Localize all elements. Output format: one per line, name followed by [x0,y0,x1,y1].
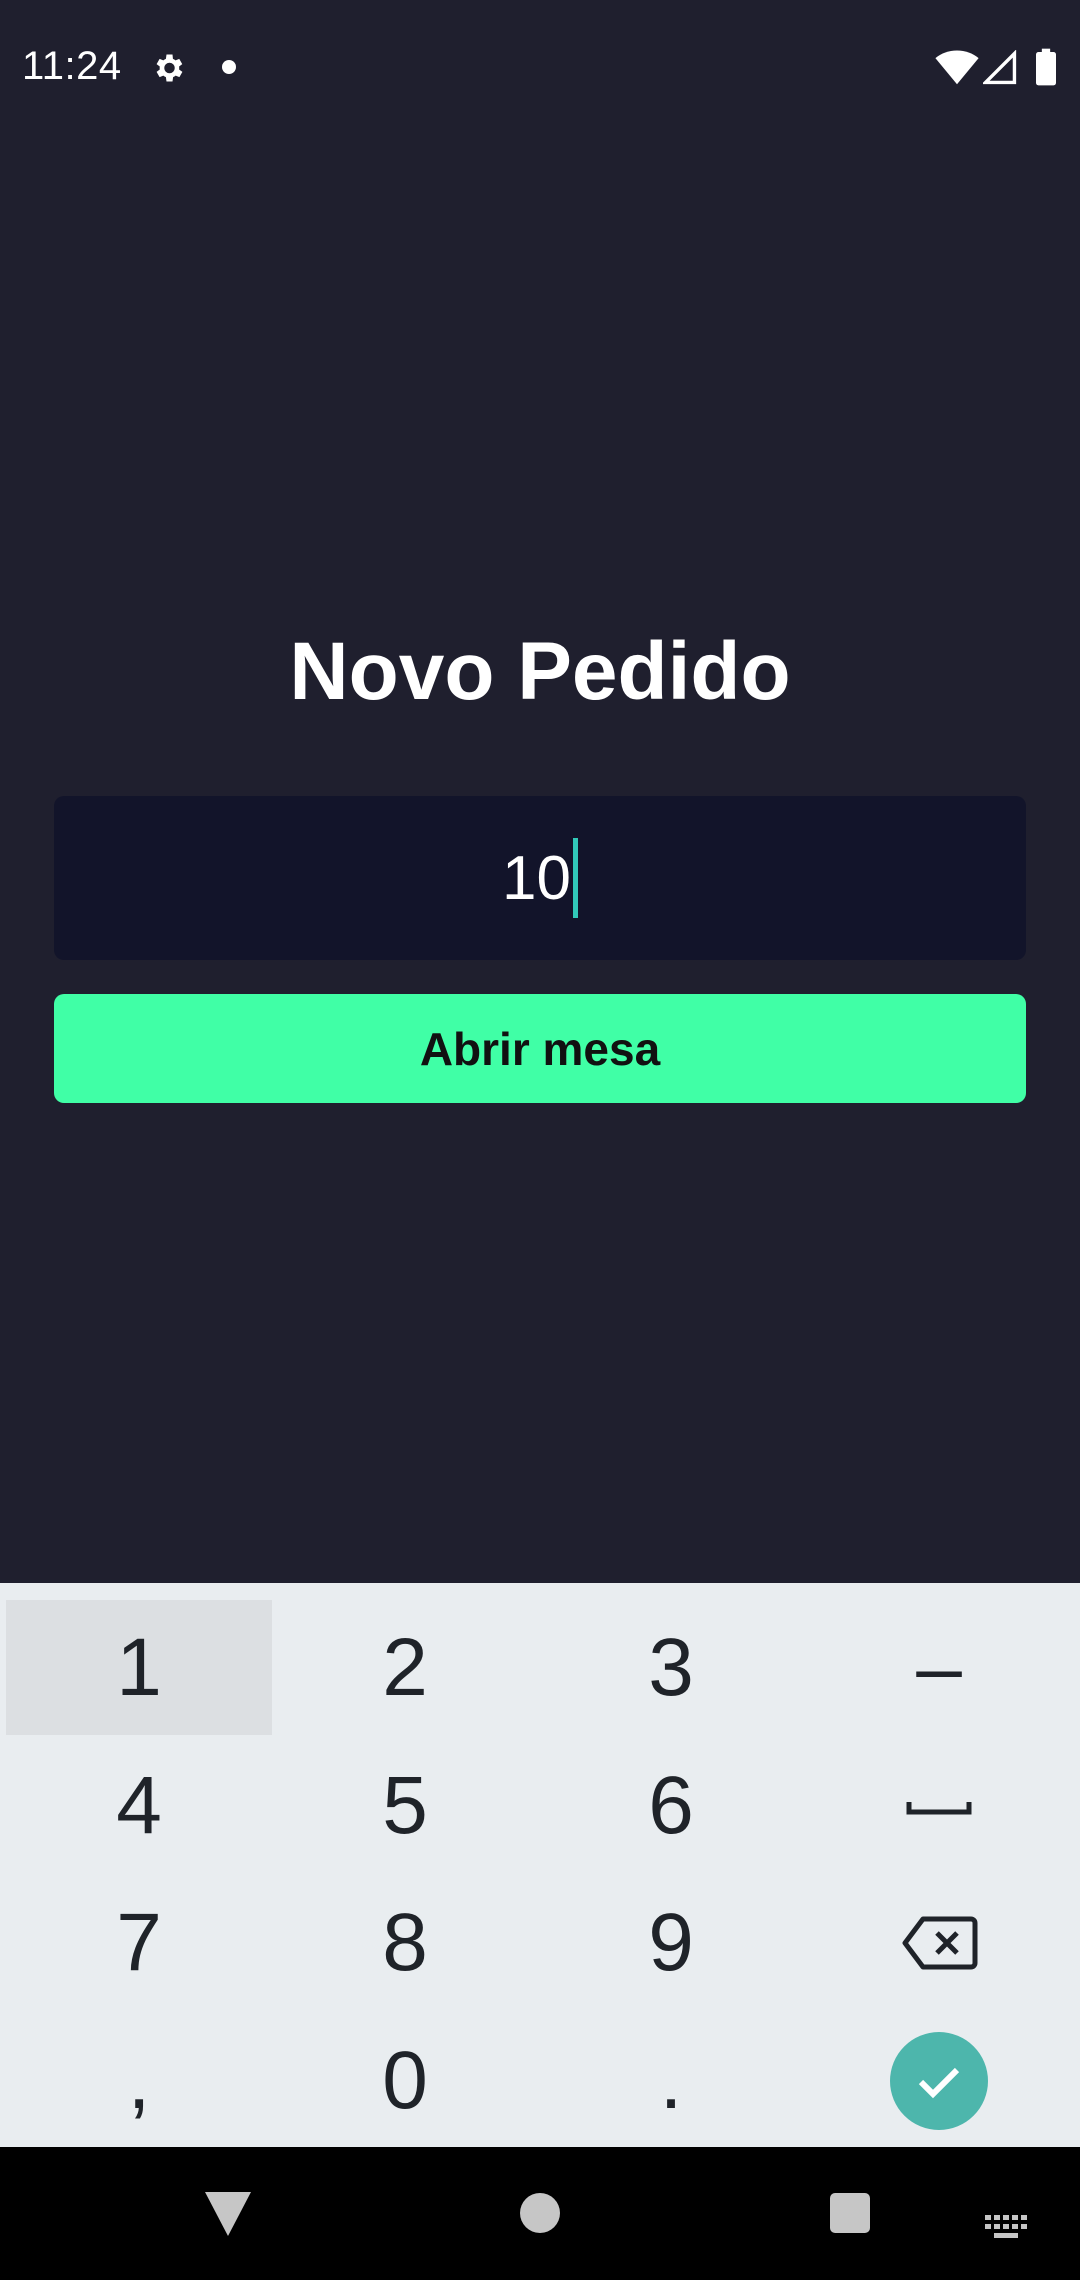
key-9[interactable]: 9 [538,1875,804,2010]
key-5[interactable]: 5 [272,1738,538,1873]
navigation-bar [0,2147,1080,2280]
key-7[interactable]: 7 [6,1875,272,2010]
numeric-keyboard: 1 2 3 – 4 5 6 7 8 9 , 0 . [0,1583,1080,2147]
key-3[interactable]: 3 [538,1600,804,1735]
back-icon[interactable] [205,2192,251,2236]
key-2[interactable]: 2 [272,1600,538,1735]
key-4[interactable]: 4 [6,1738,272,1873]
status-bar: 11:24 [0,0,1080,135]
key-done[interactable] [806,2013,1072,2148]
notification-dot-icon [222,60,236,74]
keyboard-switch-icon[interactable] [985,2215,1029,2245]
status-time: 11:24 [22,44,122,88]
key-space[interactable] [806,1738,1072,1873]
signal-icon [983,50,1017,85]
recents-icon[interactable] [830,2193,870,2233]
text-cursor [572,838,578,918]
done-check-icon [890,2031,988,2130]
key-6[interactable]: 6 [538,1738,804,1873]
screen: 11:24 Novo Pedido 10 Abrir mesa 1 2 3 – … [0,0,1080,2280]
open-table-button[interactable]: Abrir mesa [54,994,1026,1103]
home-icon[interactable] [520,2193,560,2233]
space-icon [906,1801,972,1814]
key-period[interactable]: . [538,2013,804,2148]
key-0[interactable]: 0 [272,2013,538,2148]
key-8[interactable]: 8 [272,1875,538,2010]
gear-icon [156,54,183,82]
page-title: Novo Pedido [289,626,791,717]
wifi-icon [935,50,979,85]
battery-icon [1036,48,1056,86]
table-number-value: 10 [502,843,571,913]
key-minus[interactable]: – [806,1600,1072,1735]
key-comma[interactable]: , [6,2013,272,2148]
key-backspace[interactable] [806,1875,1072,2010]
table-number-input[interactable]: 10 [54,796,1026,960]
backspace-icon [902,1916,978,1969]
key-1[interactable]: 1 [6,1600,272,1735]
